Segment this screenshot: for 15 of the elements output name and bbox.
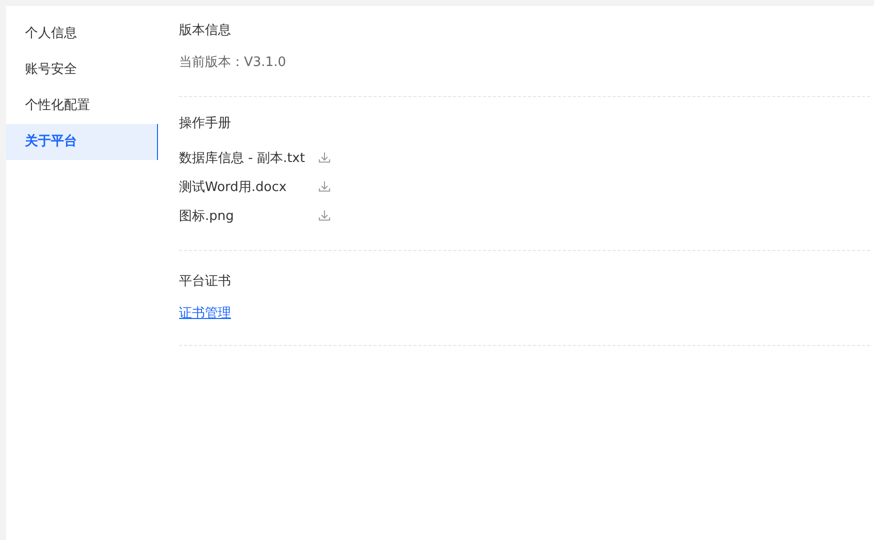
file-name: 数据库信息 - 副本.txt (179, 150, 305, 166)
file-name: 图标.png (179, 208, 234, 224)
download-icon[interactable] (318, 151, 331, 164)
certificate-link[interactable]: 证书管理 (179, 305, 231, 323)
sidebar-item[interactable]: 个人信息 (6, 16, 158, 52)
sidebar-item[interactable]: 个性化配置 (6, 88, 158, 124)
download-icon[interactable] (318, 209, 331, 222)
section-title: 操作手册 (179, 115, 232, 133)
section-title: 平台证书 (179, 273, 232, 291)
sidebar-item[interactable]: 关于平台 (6, 124, 158, 160)
download-icon[interactable] (318, 180, 331, 193)
sidebar-item[interactable]: 账号安全 (6, 52, 158, 88)
version-text: 当前版本：V3.1.0 (179, 54, 287, 72)
file-name: 测试Word用.docx (179, 178, 287, 196)
section-title: 版本信息 (179, 22, 232, 40)
